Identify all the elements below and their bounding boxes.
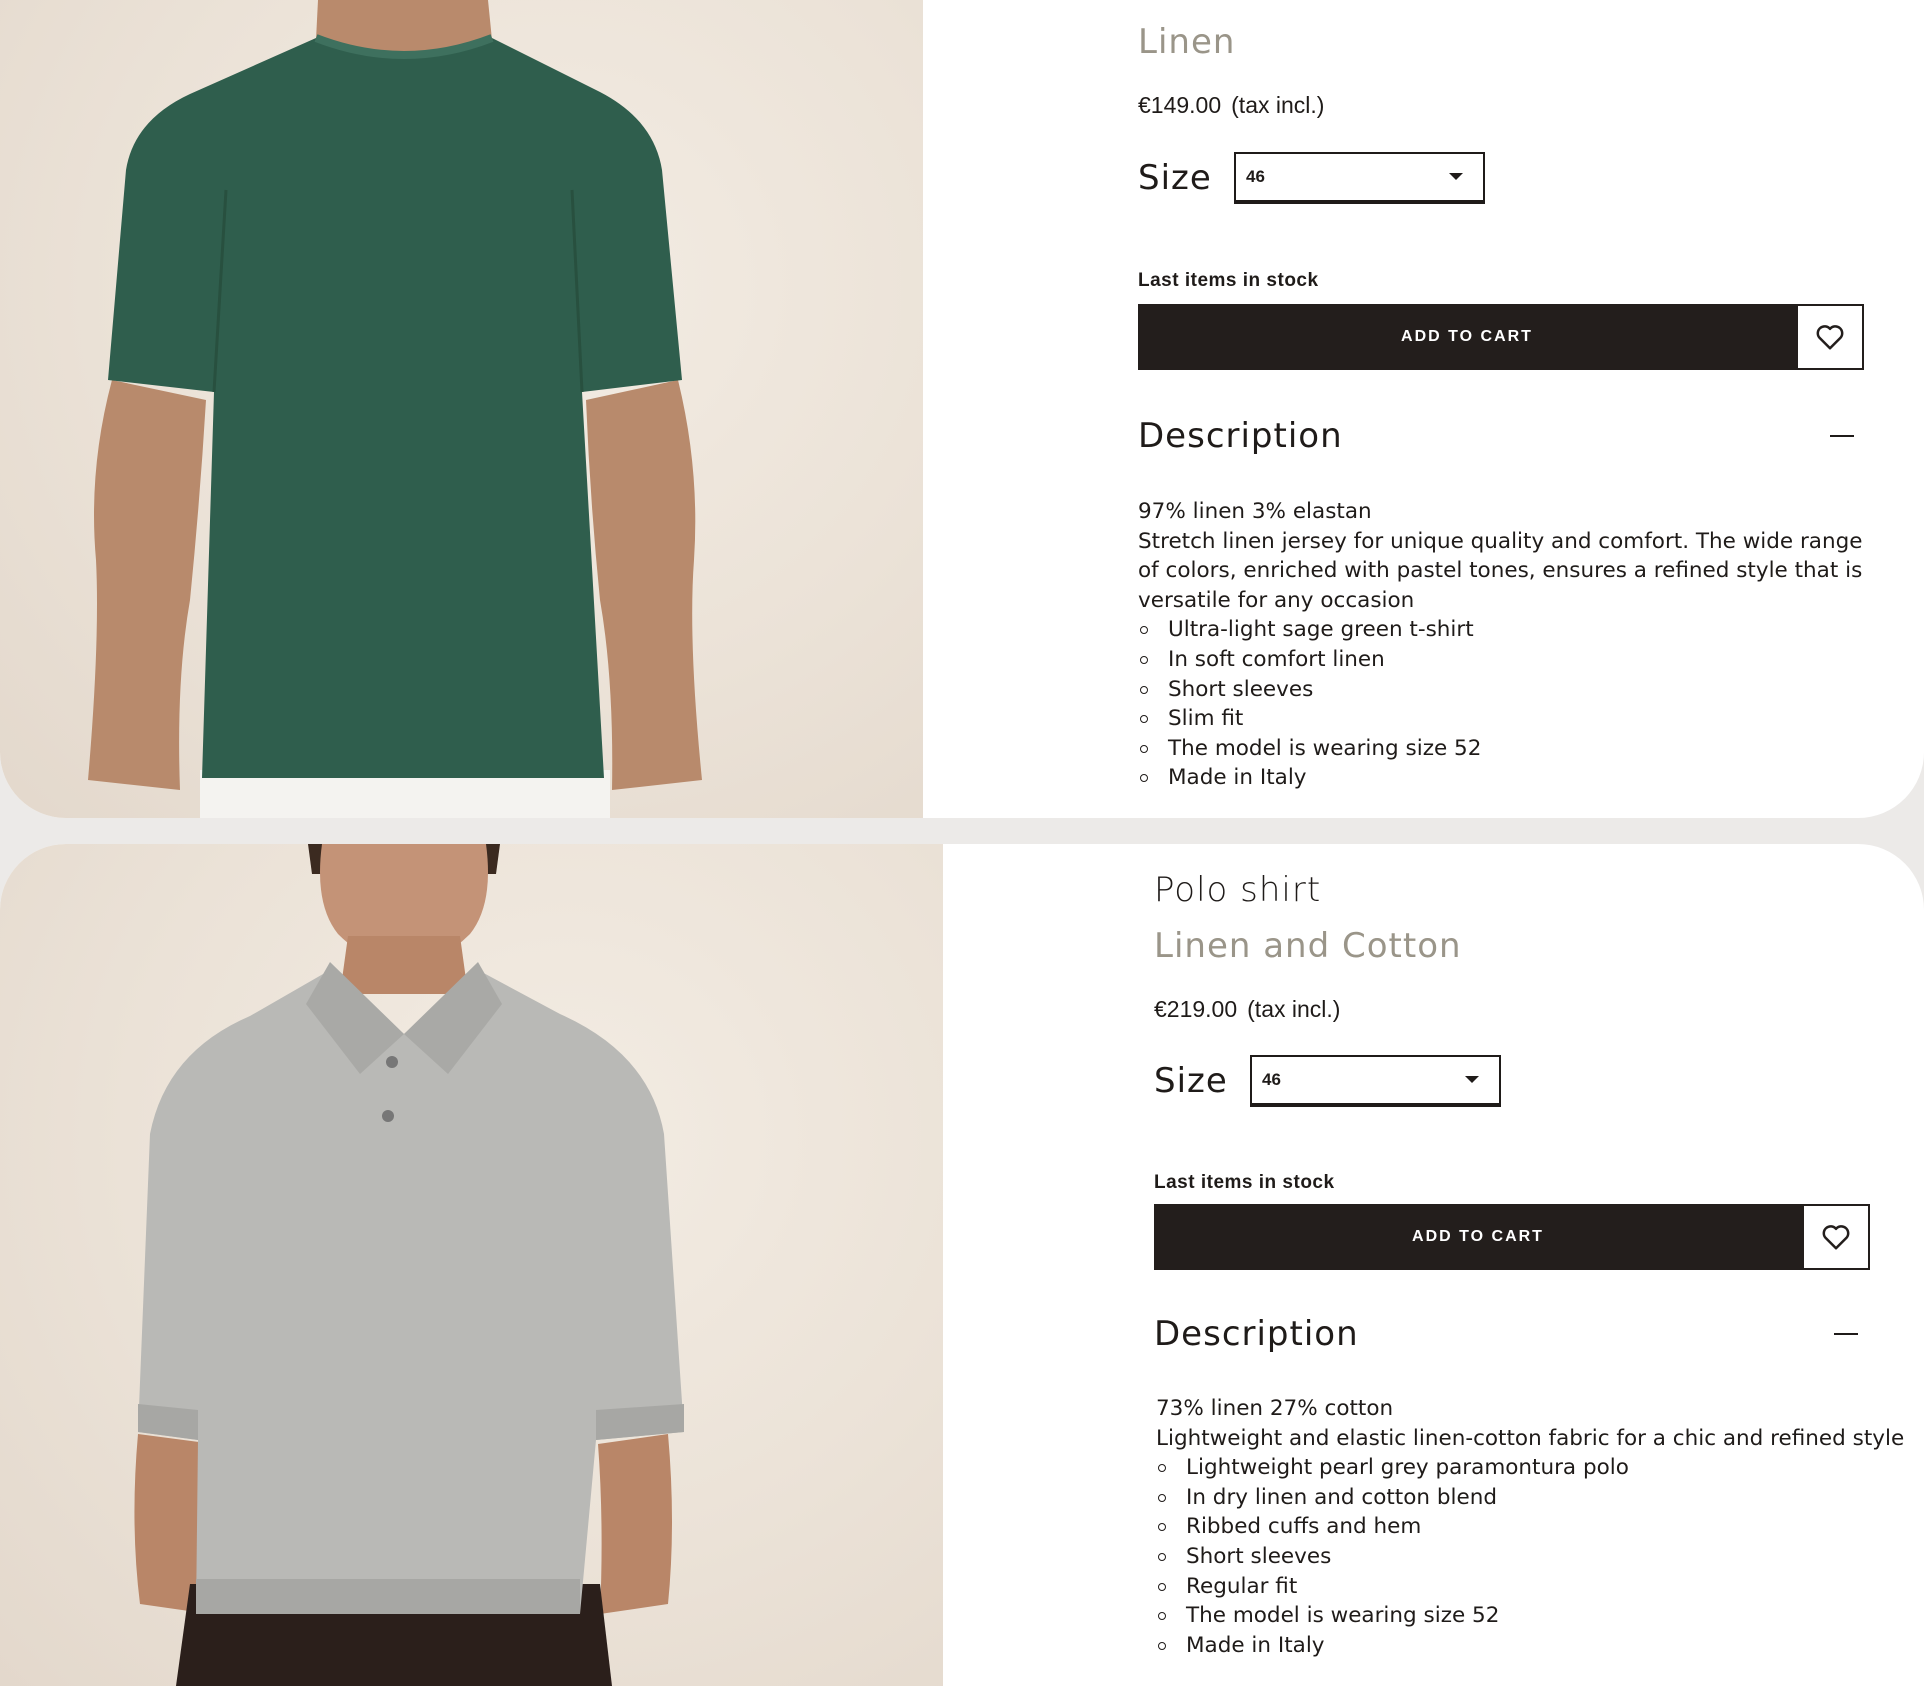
description-body: 97% linen 3% elastan Stretch linen jerse… (1138, 497, 1866, 793)
description-toggle[interactable]: Description (1154, 1314, 1870, 1354)
description-body: 73% linen 27% cotton Lightweight and ela… (1156, 1394, 1905, 1660)
composition-text: 97% linen 3% elastan (1138, 499, 1372, 524)
product-subtitle: Linen (1138, 22, 1236, 62)
collapse-icon (1830, 435, 1854, 437)
model-neck (340, 936, 468, 994)
feature-list: Lightweight pearl grey paramontura polo … (1156, 1453, 1872, 1660)
size-label: Size (1154, 1061, 1228, 1101)
product-title: Polo shirt (1154, 870, 1322, 910)
chevron-down-icon (1449, 173, 1463, 180)
product-card-polo: Polo shirt Linen and Cotton €219.00 (tax … (0, 844, 1924, 1686)
list-item: Ultra-light sage green t-shirt (1138, 615, 1866, 645)
chevron-down-icon (1465, 1076, 1479, 1083)
cart-actions: ADD TO CART (1138, 304, 1864, 370)
polo-ribbed-hem (196, 1579, 580, 1614)
list-item: The model is wearing size 52 (1138, 734, 1866, 764)
description-heading: Description (1154, 1314, 1359, 1354)
list-item: Regular fit (1156, 1572, 1872, 1602)
price-value: €219.00 (1154, 996, 1238, 1022)
product-subtitle: Linen and Cotton (1154, 926, 1462, 966)
polo-button (386, 1056, 398, 1068)
description-text: Lightweight and elastic linen-cotton fab… (1156, 1425, 1905, 1451)
list-item: In soft comfort linen (1138, 645, 1866, 675)
list-item: Lightweight pearl grey paramontura polo (1156, 1453, 1872, 1483)
add-to-cart-button[interactable]: ADD TO CART (1154, 1204, 1802, 1270)
price-tax-note: (tax incl.) (1231, 92, 1325, 118)
cart-actions: ADD TO CART (1154, 1204, 1870, 1270)
stock-status: Last items in stock (1138, 270, 1319, 291)
polo-button (382, 1110, 394, 1122)
product-price: €149.00 (tax incl.) (1138, 92, 1324, 119)
list-item: Made in Italy (1138, 763, 1866, 793)
model-left-arm (88, 380, 206, 790)
price-tax-note: (tax incl.) (1247, 996, 1341, 1022)
list-item: Short sleeves (1138, 675, 1866, 705)
wishlist-button[interactable] (1802, 1204, 1870, 1270)
size-label: Size (1138, 158, 1212, 198)
size-selector-row: Size 46 (1138, 152, 1485, 204)
model-right-arm (586, 380, 702, 790)
product-photo-polo[interactable] (0, 844, 943, 1686)
heart-icon (1822, 1225, 1850, 1250)
stock-status: Last items in stock (1154, 1172, 1335, 1193)
size-select-value: 46 (1246, 167, 1265, 186)
list-item: Ribbed cuffs and hem (1156, 1512, 1872, 1542)
size-select[interactable]: 46 (1250, 1055, 1501, 1107)
list-item: In dry linen and cotton blend (1156, 1483, 1872, 1513)
product-card-tshirt: Linen €149.00 (tax incl.) Size 46 Last it… (0, 0, 1924, 818)
polo-right-cuff (596, 1404, 684, 1440)
product-photo-tshirt[interactable] (0, 0, 923, 818)
composition-text: 73% linen 27% cotton (1156, 1396, 1394, 1421)
description-text: Stretch linen jersey for unique quality … (1138, 528, 1863, 613)
heart-icon (1816, 325, 1844, 350)
feature-list: Ultra-light sage green t-shirt In soft c… (1138, 615, 1866, 793)
size-select[interactable]: 46 (1234, 152, 1485, 204)
size-selector-row: Size 46 (1154, 1055, 1501, 1107)
product-price: €219.00 (tax incl.) (1154, 996, 1340, 1023)
model-right-arm (598, 1434, 672, 1614)
add-to-cart-button[interactable]: ADD TO CART (1138, 304, 1796, 370)
size-select-value: 46 (1262, 1070, 1281, 1089)
description-heading: Description (1138, 416, 1343, 456)
list-item: The model is wearing size 52 (1156, 1601, 1872, 1631)
polo-model-illustration (134, 844, 684, 1686)
list-item: Slim fit (1138, 704, 1866, 734)
wishlist-button[interactable] (1796, 304, 1864, 370)
collapse-icon (1834, 1333, 1858, 1335)
price-value: €149.00 (1138, 92, 1222, 118)
description-toggle[interactable]: Description (1138, 416, 1866, 456)
polo-left-cuff (138, 1404, 198, 1440)
list-item: Short sleeves (1156, 1542, 1872, 1572)
list-item: Made in Italy (1156, 1631, 1872, 1661)
tshirt-model-illustration (88, 0, 702, 818)
